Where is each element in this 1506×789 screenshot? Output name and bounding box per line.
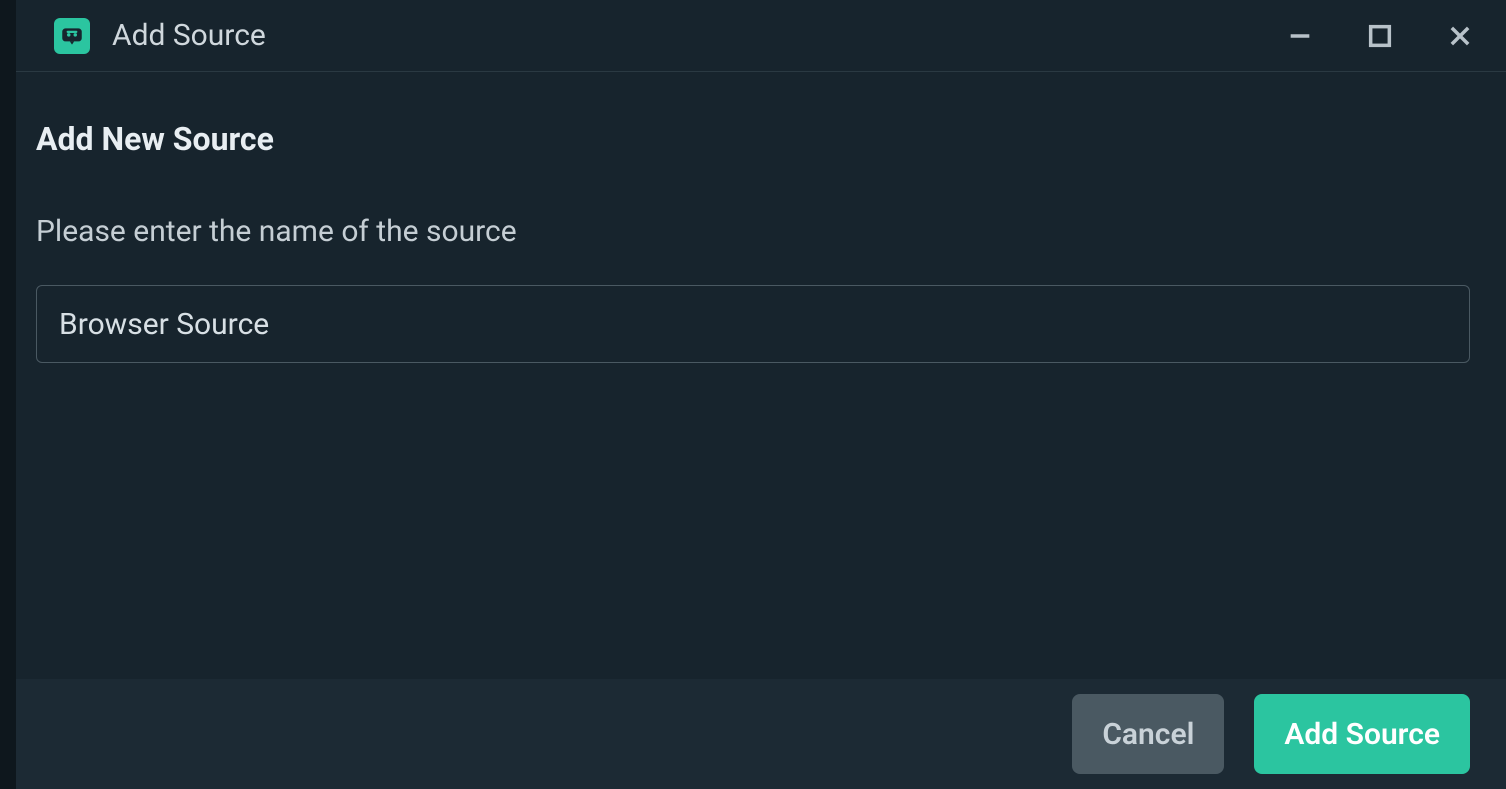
window-controls xyxy=(1284,20,1476,52)
source-name-input[interactable] xyxy=(36,285,1470,363)
cancel-button[interactable]: Cancel xyxy=(1072,694,1224,774)
maximize-button[interactable] xyxy=(1364,20,1396,52)
window-title: Add Source xyxy=(112,18,1284,53)
dialog-prompt: Please enter the name of the source xyxy=(36,214,1470,249)
close-button[interactable] xyxy=(1444,20,1476,52)
app-icon xyxy=(54,18,90,54)
add-source-button[interactable]: Add Source xyxy=(1254,694,1470,774)
minimize-button[interactable] xyxy=(1284,20,1316,52)
titlebar: Add Source xyxy=(0,0,1506,72)
dialog-content: Add New Source Please enter the name of … xyxy=(0,72,1506,679)
window-left-edge xyxy=(0,0,16,789)
dialog-heading: Add New Source xyxy=(36,120,1470,158)
dialog-footer: Cancel Add Source xyxy=(0,679,1506,789)
